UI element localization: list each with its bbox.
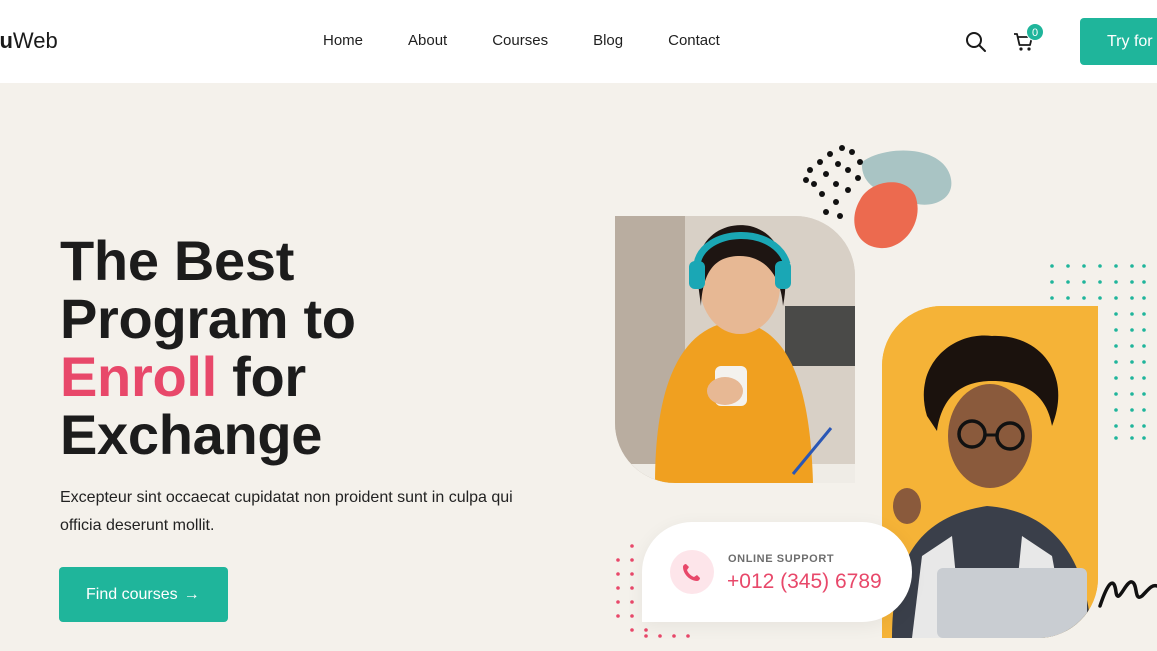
logo-prefix: du	[0, 28, 13, 53]
online-support-card: ONLINE SUPPORT +012 (345) 6789	[642, 522, 912, 622]
hero-title: The Best Program to Enroll for Exchange	[60, 232, 356, 464]
student-photo-girl	[615, 216, 855, 483]
main-nav: Home About Courses Blog Contact	[323, 32, 765, 49]
support-label: ONLINE SUPPORT	[728, 553, 835, 565]
hero-title-accent: Enroll	[60, 345, 217, 408]
decorative-squiggle	[1098, 580, 1157, 608]
nav-courses[interactable]: Courses	[492, 32, 548, 49]
navbar: duWeb Home About Courses Blog Contact 0 …	[0, 0, 1157, 83]
try-button[interactable]: Try for	[1080, 18, 1157, 65]
hero-title-line2: Program to	[60, 287, 356, 350]
logo-suffix: Web	[12, 28, 58, 53]
hero-description: Excepteur sint occaecat cupidatat non pr…	[60, 489, 513, 534]
cart-count-badge: 0	[1026, 23, 1044, 41]
nav-home[interactable]: Home	[323, 32, 363, 49]
student-photo-man	[882, 306, 1098, 638]
nav-contact[interactable]: Contact	[668, 32, 720, 49]
nav-about[interactable]: About	[408, 32, 447, 49]
logo[interactable]: duWeb	[0, 28, 58, 54]
nav-blog[interactable]: Blog	[593, 32, 623, 49]
arrow-right-icon: →	[183, 586, 200, 603]
find-courses-label: Find courses	[86, 586, 178, 603]
support-phone-number[interactable]: +012 (345) 6789	[727, 570, 882, 594]
phone-icon[interactable]	[670, 550, 714, 594]
find-courses-button[interactable]: Find courses →	[59, 567, 228, 622]
hero-title-line3: for	[216, 345, 306, 408]
search-icon[interactable]	[964, 30, 988, 54]
hero-title-line4: Exchange	[60, 403, 323, 466]
hero-title-line1: The Best	[60, 229, 295, 292]
